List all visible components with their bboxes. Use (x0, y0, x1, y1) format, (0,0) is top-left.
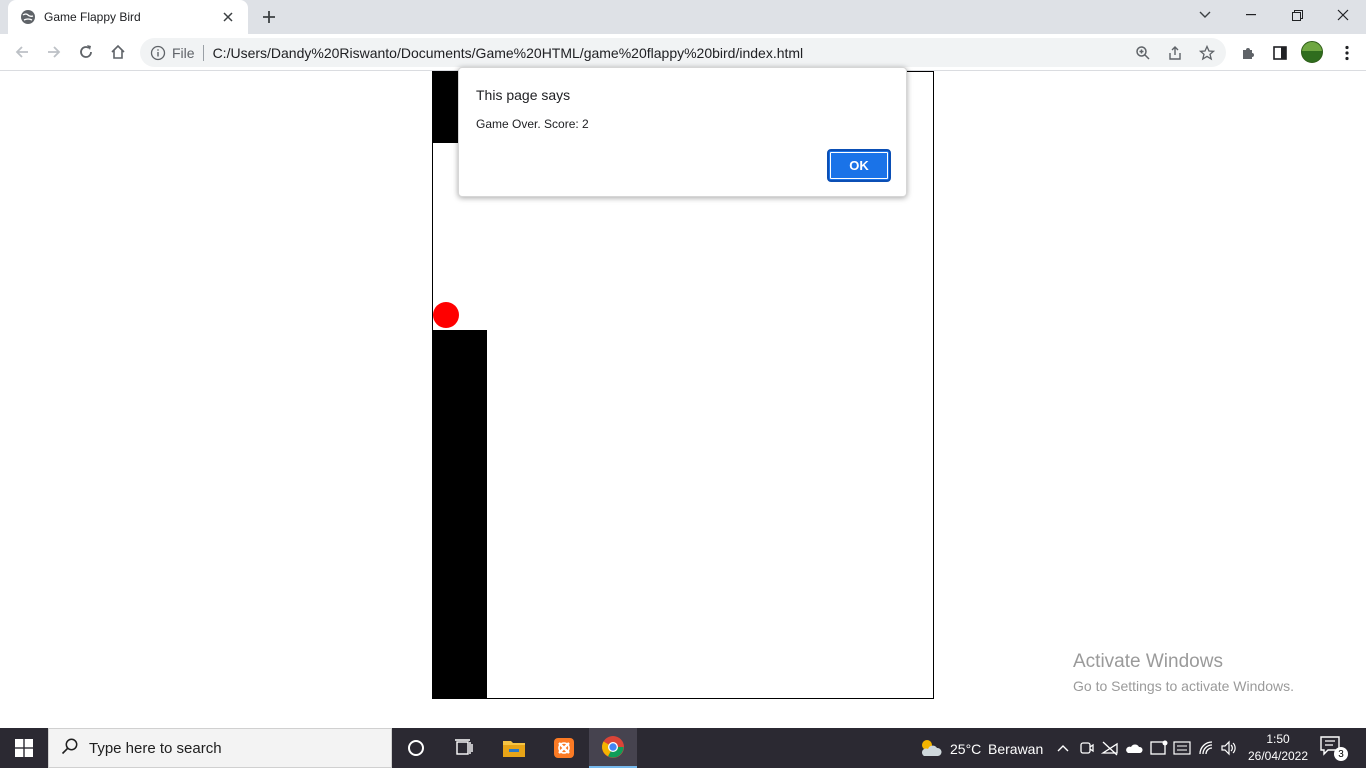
alert-dialog: This page says Game Over. Score: 2 OK (458, 67, 907, 197)
browser-toolbar: File C:/Users/Dandy%20Riswanto/Documents… (0, 34, 1366, 71)
address-divider (202, 44, 204, 61)
weather-temperature[interactable]: 25°C (950, 741, 981, 757)
dialog-message: Game Over. Score: 2 (476, 117, 589, 131)
clock-time: 1:50 (1266, 732, 1290, 746)
chevron-up-icon[interactable] (1054, 739, 1072, 757)
cortana-icon[interactable] (392, 728, 440, 768)
volume-icon[interactable] (1220, 739, 1238, 757)
activate-title: Activate Windows (1073, 651, 1223, 672)
bird (433, 302, 459, 328)
start-button[interactable] (0, 728, 48, 768)
reload-button[interactable] (72, 38, 100, 66)
share-icon[interactable] (1166, 44, 1184, 62)
new-tab-button[interactable] (258, 6, 280, 28)
browser-tabstrip: Game Flappy Bird (0, 0, 1366, 34)
security-label: File (172, 44, 195, 61)
ok-button[interactable]: OK (827, 149, 891, 182)
dialog-title: This page says (476, 87, 571, 103)
minimize-button[interactable] (1228, 0, 1274, 30)
notification-center-button[interactable]: 3 (1320, 736, 1348, 761)
search-icon (61, 737, 79, 760)
clock-date: 26/04/2022 (1247, 749, 1309, 763)
taskbar-search-box[interactable]: Type here to search (48, 728, 392, 768)
kebab-menu-icon[interactable] (1336, 42, 1358, 64)
xampp-icon[interactable] (540, 728, 588, 768)
windows-logo-icon (15, 739, 33, 757)
info-icon[interactable] (150, 45, 166, 61)
address-bar[interactable]: File C:/Users/Dandy%20Riswanto/Documents… (140, 38, 1226, 67)
close-window-button[interactable] (1320, 0, 1366, 30)
side-panel-icon[interactable] (1269, 42, 1291, 64)
forward-button[interactable] (40, 38, 68, 66)
extensions-puzzle-icon[interactable] (1237, 42, 1259, 64)
meet-now-icon[interactable] (1078, 739, 1096, 757)
tab-search-chevron-down-icon[interactable] (1182, 0, 1228, 30)
security-shield-icon[interactable] (1150, 739, 1168, 757)
home-button[interactable] (104, 38, 132, 66)
activate-subtitle: Go to Settings to activate Windows. (1073, 678, 1294, 694)
pipe-bottom (433, 330, 487, 698)
bookmark-star-icon[interactable] (1198, 44, 1216, 62)
restore-button[interactable] (1274, 0, 1320, 30)
tab-game-flappy-bird[interactable]: Game Flappy Bird (8, 0, 248, 34)
search-placeholder: Type here to search (89, 739, 222, 757)
weather-cloud-sun-icon[interactable] (918, 737, 942, 759)
input-method-icon[interactable] (1173, 739, 1191, 757)
wifi-icon[interactable] (1198, 739, 1216, 757)
tab-close-icon[interactable] (220, 9, 236, 25)
network-disconnected-icon[interactable] (1101, 739, 1119, 757)
taskbar: Type here to search 25°C Berawan 1:50 26… (0, 728, 1366, 768)
chrome-icon[interactable] (589, 728, 637, 768)
profile-avatar[interactable] (1301, 41, 1323, 63)
system-clock[interactable]: 1:50 26/04/2022 (1240, 731, 1316, 765)
globe-icon (20, 9, 36, 25)
activate-windows-watermark: Activate Windows Go to Settings to activ… (1073, 651, 1294, 694)
onedrive-cloud-icon[interactable] (1125, 739, 1143, 757)
url-text[interactable]: C:/Users/Dandy%20Riswanto/Documents/Game… (213, 45, 804, 61)
back-button[interactable] (8, 38, 36, 66)
weather-condition[interactable]: Berawan (988, 741, 1043, 757)
file-explorer-icon[interactable] (490, 728, 538, 768)
task-view-icon[interactable] (440, 728, 488, 768)
tab-title: Game Flappy Bird (44, 10, 141, 24)
zoom-icon[interactable] (1134, 44, 1152, 62)
notification-count-badge: 3 (1334, 747, 1348, 761)
